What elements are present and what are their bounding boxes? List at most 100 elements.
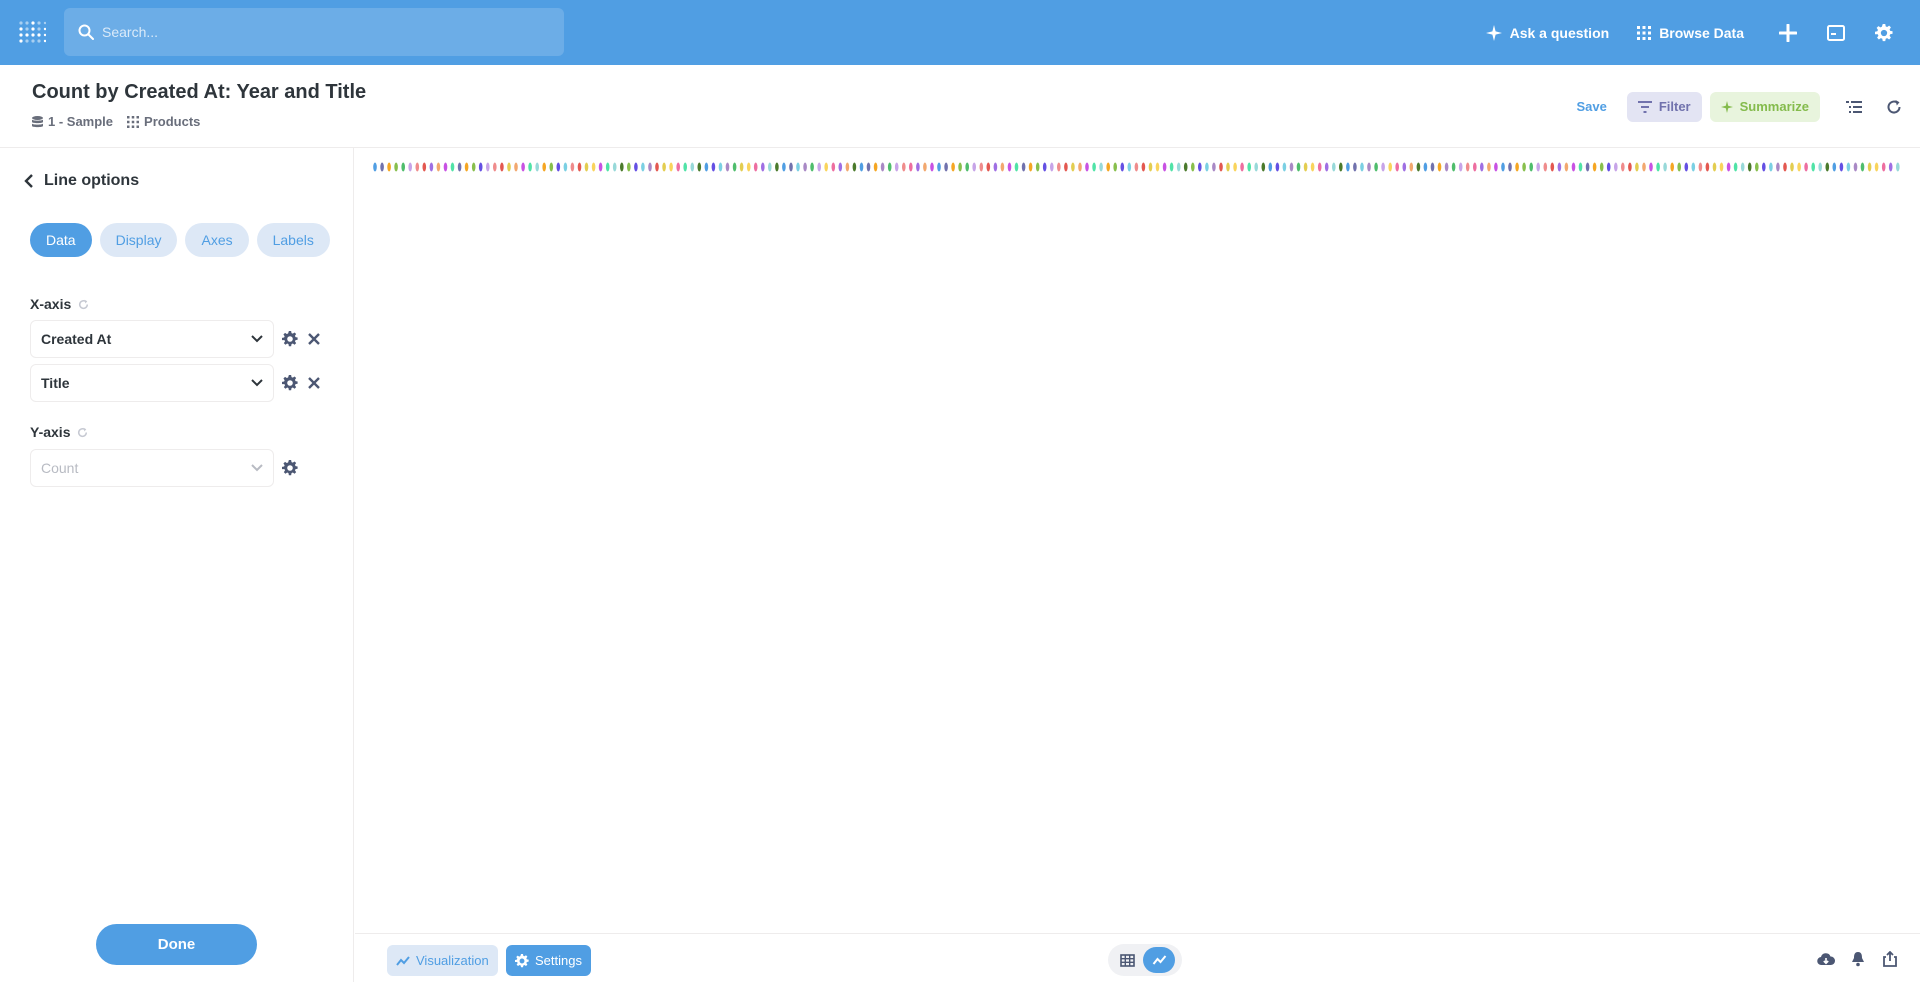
legend-marker[interactable] (1289, 162, 1294, 172)
legend-marker[interactable] (1353, 162, 1357, 172)
legend-marker[interactable] (549, 162, 554, 172)
legend-marker[interactable] (1755, 162, 1759, 172)
legend-marker[interactable] (845, 162, 850, 172)
legend-marker[interactable] (1726, 162, 1731, 172)
legend-marker[interactable] (1832, 162, 1837, 172)
legend-marker[interactable] (655, 162, 659, 172)
legend-marker[interactable] (1656, 162, 1660, 172)
legend-marker[interactable] (1846, 162, 1851, 172)
legend-marker[interactable] (1191, 162, 1195, 172)
legend-marker[interactable] (464, 162, 469, 172)
table-view-toggle[interactable] (1111, 947, 1143, 973)
legend-marker[interactable] (1811, 162, 1815, 172)
tab-display[interactable]: Display (99, 223, 178, 257)
x-axis-field-select-1[interactable]: Created At (30, 320, 274, 358)
legend-marker[interactable] (866, 162, 871, 172)
legend-marker[interactable] (422, 162, 427, 172)
legend-marker[interactable] (1649, 162, 1653, 172)
legend-marker[interactable] (1141, 162, 1146, 172)
new-button[interactable] (1764, 13, 1812, 53)
legend-marker[interactable] (697, 162, 702, 172)
legend-marker[interactable] (1888, 162, 1893, 172)
settings-button[interactable]: Settings (506, 945, 591, 976)
legend-marker[interactable] (1261, 162, 1266, 172)
legend-marker[interactable] (1804, 162, 1808, 172)
legend-marker[interactable] (373, 162, 377, 172)
legend-marker[interactable] (725, 162, 730, 172)
legend-marker[interactable] (584, 162, 589, 172)
legend-marker[interactable] (993, 162, 998, 172)
legend-marker[interactable] (859, 162, 864, 172)
legend-marker[interactable] (937, 162, 941, 172)
legend-marker[interactable] (1698, 162, 1703, 172)
legend-marker[interactable] (1324, 162, 1329, 172)
back-to-viz-button[interactable]: Line options (24, 172, 139, 190)
legend-marker[interactable] (718, 162, 723, 172)
legend-marker[interactable] (1853, 162, 1858, 172)
legend-marker[interactable] (493, 162, 497, 172)
legend-marker[interactable] (732, 162, 737, 172)
legend-marker[interactable] (1437, 162, 1442, 172)
legend-marker[interactable] (1740, 162, 1745, 172)
legend-marker[interactable] (1416, 162, 1421, 172)
legend-marker[interactable] (478, 162, 483, 172)
legend-marker[interactable] (1176, 162, 1181, 172)
legend-marker[interactable] (1212, 162, 1216, 172)
legend-marker[interactable] (1790, 162, 1794, 172)
legend-marker[interactable] (486, 162, 490, 172)
legend-marker[interactable] (1747, 162, 1752, 172)
legend-marker[interactable] (1874, 162, 1879, 172)
legend-marker[interactable] (1705, 162, 1710, 172)
legend-marker[interactable] (1106, 162, 1110, 172)
legend-marker[interactable] (1818, 162, 1822, 172)
legend-marker[interactable] (972, 162, 976, 172)
legend-marker[interactable] (704, 162, 709, 172)
legend-marker[interactable] (387, 162, 391, 172)
legend-marker[interactable] (591, 162, 596, 172)
metabase-logo-icon[interactable] (18, 20, 46, 46)
legend-marker[interactable] (1099, 162, 1103, 172)
legend-marker[interactable] (880, 162, 885, 172)
x-axis-field-1-remove[interactable] (304, 329, 324, 349)
legend-marker[interactable] (450, 162, 455, 172)
legend-marker[interactable] (1127, 162, 1132, 172)
legend-marker[interactable] (1677, 162, 1681, 172)
legend-marker[interactable] (753, 162, 758, 172)
legend-marker[interactable] (1120, 162, 1125, 172)
legend-marker[interactable] (1148, 162, 1153, 172)
legend-marker[interactable] (1205, 162, 1209, 172)
legend-marker[interactable] (1762, 162, 1766, 172)
legend-marker[interactable] (641, 162, 645, 172)
legend-marker[interactable] (471, 162, 476, 172)
legend-marker[interactable] (817, 162, 821, 172)
chart-view-toggle[interactable] (1143, 947, 1175, 973)
legend-marker[interactable] (775, 162, 779, 172)
breadcrumb-database[interactable]: 1 - Sample (32, 114, 113, 129)
y-axis-field-settings[interactable] (280, 458, 300, 478)
legend-marker[interactable] (1339, 162, 1343, 172)
legend-marker[interactable] (824, 162, 828, 172)
legend-marker[interactable] (831, 162, 836, 172)
legend-marker[interactable] (1042, 162, 1047, 172)
legend-marker[interactable] (401, 162, 405, 172)
x-axis-field-2-settings[interactable] (280, 373, 300, 393)
legend-marker[interactable] (1515, 162, 1519, 172)
legend-marker[interactable] (1606, 162, 1611, 172)
legend-marker[interactable] (598, 162, 603, 172)
legend-marker[interactable] (1458, 162, 1463, 172)
legend-marker[interactable] (676, 162, 680, 172)
legend-marker[interactable] (1896, 162, 1900, 172)
legend-marker[interactable] (1571, 162, 1576, 172)
legend-marker[interactable] (1684, 162, 1689, 172)
legend-marker[interactable] (1839, 162, 1844, 172)
legend-marker[interactable] (1388, 162, 1392, 172)
legend-marker[interactable] (457, 162, 462, 172)
legend-marker[interactable] (873, 162, 878, 172)
legend-marker[interactable] (1451, 162, 1456, 172)
legend-marker[interactable] (1247, 162, 1251, 172)
sql-editor-button[interactable] (1812, 13, 1860, 53)
legend-marker[interactable] (852, 162, 857, 172)
legend-marker[interactable] (1501, 162, 1505, 172)
legend-marker[interactable] (1409, 162, 1414, 172)
legend-marker[interactable] (711, 162, 716, 172)
